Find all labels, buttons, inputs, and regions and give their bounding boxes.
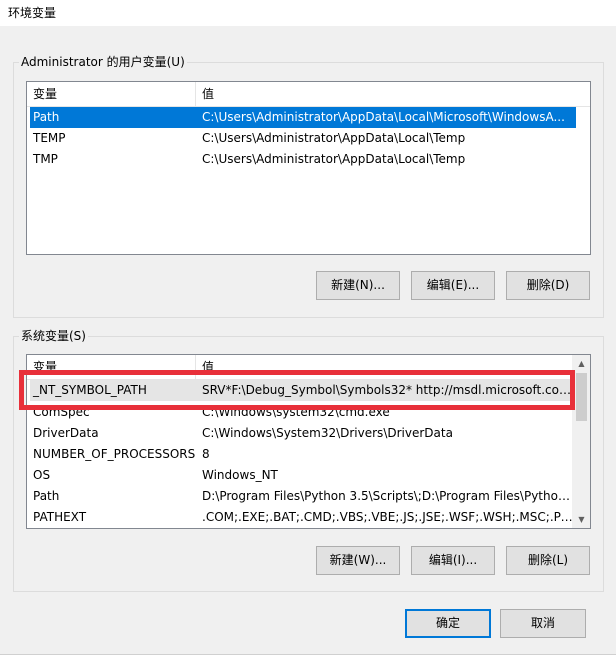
variable-value-cell: SRV*F:\Debug_Symbol\Symbols32* http://ms… (202, 383, 574, 397)
table-row[interactable]: TMP C:\Users\Administrator\AppData\Local… (30, 149, 576, 170)
ok-button[interactable]: 确定 (405, 609, 491, 638)
variable-name-cell: Path (33, 110, 60, 124)
variable-value-cell: C:\Windows\system32\cmd.exe (202, 405, 390, 419)
window-title: 环境变量 (8, 6, 57, 20)
vertical-scrollbar[interactable]: ▲ ▼ (572, 355, 590, 528)
user-edit-button[interactable]: 编辑(E)... (411, 271, 495, 300)
variable-name-cell: OS (33, 468, 51, 482)
environment-variables-dialog: 环境变量 Administrator 的用户变量(U) 变量 值 Path C:… (0, 0, 616, 655)
scroll-down-arrow-icon[interactable]: ▼ (573, 511, 590, 528)
variable-name-cell: TEMP (33, 131, 66, 145)
variable-value-cell: 8 (202, 447, 210, 461)
table-row[interactable]: PATHEXT .COM;.EXE;.BAT;.CMD;.VBS;.VBE;.J… (30, 507, 574, 528)
variable-value-cell: .COM;.EXE;.BAT;.CMD;.VBS;.VBE;.JS;.JSE;.… (202, 510, 574, 524)
column-header-variable[interactable]: 变量 (27, 82, 195, 106)
variable-name-cell: DriverData (33, 426, 99, 440)
variable-value-cell: Windows_NT (202, 468, 278, 482)
variable-name-cell: NUMBER_OF_PROCESSORS (33, 447, 196, 461)
variable-value-cell: C:\Windows\System32\Drivers\DriverData (202, 426, 453, 440)
system-delete-button[interactable]: 删除(L) (506, 546, 590, 575)
column-header-variable[interactable]: 变量 (27, 355, 195, 379)
table-row[interactable]: Path C:\Users\Administrator\AppData\Loca… (30, 107, 576, 128)
scroll-up-arrow-icon[interactable]: ▲ (573, 355, 590, 372)
table-row[interactable]: OS Windows_NT (30, 465, 574, 486)
table-row[interactable]: ComSpec C:\Windows\system32\cmd.exe (30, 402, 574, 423)
scrollbar-thumb[interactable] (576, 373, 587, 421)
variable-value-cell: C:\Users\Administrator\AppData\Local\Tem… (202, 131, 466, 145)
user-variables-label: Administrator 的用户变量(U) (19, 55, 187, 69)
variable-name-cell: Path (33, 489, 60, 503)
variable-name-cell: PATHEXT (33, 510, 87, 524)
table-row[interactable]: _NT_SYMBOL_PATH SRV*F:\Debug_Symbol\Symb… (30, 380, 574, 401)
column-header-value[interactable]: 值 (196, 82, 586, 106)
variable-value-cell: D:\Program Files\Python 3.5\Scripts\;D:\… (202, 489, 574, 503)
system-list-header: 变量 值 (27, 355, 574, 380)
user-delete-button[interactable]: 删除(D) (506, 271, 590, 300)
cancel-button[interactable]: 取消 (500, 609, 586, 638)
table-row[interactable]: NUMBER_OF_PROCESSORS 8 (30, 444, 574, 465)
table-row[interactable]: Path D:\Program Files\Python 3.5\Scripts… (30, 486, 574, 507)
title-bar: 环境变量 (0, 0, 616, 26)
variable-name-cell: ComSpec (33, 405, 90, 419)
table-row[interactable]: TEMP C:\Users\Administrator\AppData\Loca… (30, 128, 576, 149)
system-edit-button[interactable]: 编辑(I)... (411, 546, 495, 575)
variable-name-cell: _NT_SYMBOL_PATH (33, 383, 147, 397)
system-new-button[interactable]: 新建(W)... (316, 546, 400, 575)
user-new-button[interactable]: 新建(N)... (316, 271, 400, 300)
user-variables-list[interactable]: 变量 值 Path C:\Users\Administrator\AppData… (26, 81, 591, 255)
variable-value-cell: C:\Users\Administrator\AppData\Local\Mic… (202, 110, 565, 124)
column-header-value[interactable]: 值 (196, 355, 574, 379)
variable-name-cell: TMP (33, 152, 58, 166)
system-variables-list[interactable]: 变量 值 _NT_SYMBOL_PATH SRV*F:\Debug_Symbol… (26, 354, 591, 529)
system-variables-label: 系统变量(S) (19, 329, 88, 343)
user-list-header: 变量 值 (27, 82, 590, 107)
table-row[interactable]: DriverData C:\Windows\System32\Drivers\D… (30, 423, 574, 444)
variable-value-cell: C:\Users\Administrator\AppData\Local\Tem… (202, 152, 466, 166)
